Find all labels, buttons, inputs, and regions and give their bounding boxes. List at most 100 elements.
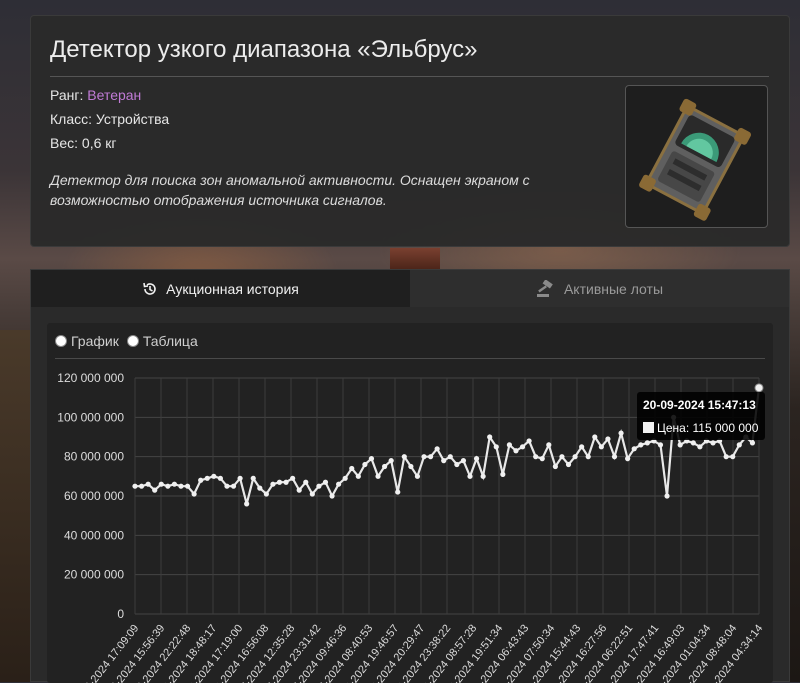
tooltip-date: 20-09-2024 15:47:13 bbox=[643, 398, 756, 412]
data-point bbox=[572, 454, 578, 460]
data-point bbox=[664, 493, 670, 499]
data-point bbox=[138, 483, 145, 489]
data-point bbox=[565, 461, 572, 468]
data-point bbox=[460, 458, 467, 464]
tooltip-swatch bbox=[643, 422, 654, 433]
data-point bbox=[408, 463, 414, 470]
item-description: Детектор для поиска зон аномальной актив… bbox=[50, 170, 610, 210]
data-point bbox=[473, 456, 480, 462]
tab-auction-history[interactable]: Аукционная история bbox=[31, 270, 410, 307]
data-point bbox=[257, 485, 263, 491]
data-point bbox=[421, 454, 427, 460]
data-point bbox=[342, 475, 348, 481]
data-point bbox=[533, 454, 539, 460]
data-point bbox=[171, 481, 178, 487]
data-point bbox=[309, 491, 315, 497]
data-point bbox=[697, 444, 703, 450]
detector-device-icon bbox=[639, 98, 752, 221]
data-point bbox=[493, 444, 499, 450]
data-point bbox=[178, 483, 184, 489]
weight-value: 0,6 кг bbox=[81, 135, 117, 151]
data-point bbox=[730, 454, 736, 460]
data-point bbox=[690, 440, 696, 446]
rank-row: Ранг: Ветеран bbox=[50, 87, 141, 103]
data-point bbox=[224, 483, 230, 489]
data-point bbox=[526, 438, 532, 444]
data-point bbox=[270, 481, 276, 487]
data-point bbox=[467, 473, 473, 479]
data-point bbox=[217, 475, 223, 481]
data-point bbox=[322, 479, 329, 485]
data-point bbox=[638, 442, 644, 448]
data-point bbox=[414, 473, 421, 479]
weight-label: Вес: bbox=[50, 135, 79, 151]
data-point bbox=[552, 463, 558, 470]
data-point bbox=[145, 481, 151, 487]
data-point bbox=[165, 483, 171, 489]
data-point bbox=[598, 444, 604, 450]
class-value: Устройства bbox=[95, 111, 170, 127]
data-point bbox=[250, 475, 256, 481]
data-point bbox=[657, 442, 664, 448]
title-divider bbox=[50, 76, 769, 77]
data-point bbox=[303, 479, 309, 485]
data-point bbox=[368, 456, 375, 462]
data-point bbox=[132, 483, 138, 489]
data-point bbox=[592, 434, 598, 440]
data-point bbox=[152, 487, 158, 493]
data-point bbox=[158, 481, 164, 487]
data-point bbox=[625, 456, 631, 462]
data-point bbox=[749, 440, 756, 446]
data-point bbox=[336, 481, 342, 487]
data-point bbox=[519, 444, 526, 450]
description-line-2: возможностью отображения источника сигна… bbox=[50, 192, 387, 208]
weight-row: Вес: 0,6 кг bbox=[50, 135, 117, 151]
item-card: Детектор узкого диапазона «Эльбрус» Ранг… bbox=[30, 15, 790, 247]
data-point bbox=[441, 458, 447, 464]
history-panel: Аукционная история Активные лоты График … bbox=[30, 269, 790, 683]
data-point bbox=[290, 475, 296, 481]
data-point bbox=[611, 454, 618, 460]
chart-container: График Таблица 0 20 000 000 40 000 000 60 0… bbox=[47, 323, 773, 683]
y-tick-label: 100 000 000 bbox=[57, 410, 124, 424]
data-point bbox=[237, 475, 243, 481]
data-point bbox=[579, 444, 585, 450]
data-point bbox=[230, 483, 237, 489]
data-point bbox=[605, 436, 611, 442]
data-point bbox=[500, 471, 506, 477]
data-point bbox=[395, 489, 401, 495]
data-point bbox=[329, 493, 335, 499]
tooltip-value: Цена: 115 000 000 bbox=[657, 421, 759, 435]
y-tick-label: 0 bbox=[117, 607, 124, 621]
history-icon bbox=[143, 282, 156, 295]
description-line-1: Детектор для поиска зон аномальной актив… bbox=[50, 172, 530, 188]
price-chart: 0 20 000 000 40 000 000 60 000 000 80 000 00… bbox=[57, 371, 765, 683]
data-point bbox=[487, 434, 493, 440]
data-point bbox=[447, 454, 453, 460]
gavel-icon bbox=[536, 279, 553, 297]
data-point bbox=[677, 442, 683, 448]
background-tower bbox=[390, 248, 440, 270]
tab-active-lots-label: Активные лоты bbox=[563, 280, 664, 297]
data-point bbox=[283, 479, 289, 485]
data-point bbox=[191, 491, 197, 497]
y-tick-label: 80 000 000 bbox=[64, 450, 124, 464]
y-tick-label: 20 000 000 bbox=[64, 568, 124, 582]
data-point bbox=[506, 442, 512, 448]
data-point bbox=[618, 430, 624, 436]
data-point bbox=[244, 501, 250, 507]
y-tick-label: 40 000 000 bbox=[64, 528, 124, 542]
data-point bbox=[513, 448, 519, 454]
data-point bbox=[454, 461, 460, 468]
rank-label: Ранг: bbox=[50, 87, 84, 103]
tab-active-lots[interactable]: Активные лоты bbox=[410, 270, 789, 307]
data-point bbox=[204, 475, 210, 481]
tab-auction-history-label: Аукционная история bbox=[166, 280, 299, 297]
data-point bbox=[211, 473, 217, 479]
data-point bbox=[546, 442, 552, 448]
y-tick-label: 60 000 000 bbox=[64, 489, 124, 503]
data-point bbox=[723, 454, 729, 460]
data-point bbox=[349, 465, 355, 472]
data-point bbox=[184, 483, 191, 489]
data-point bbox=[362, 461, 368, 468]
